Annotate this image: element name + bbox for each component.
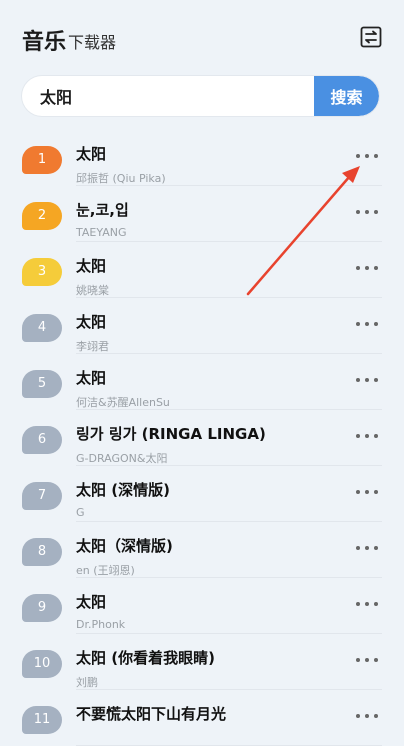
more-options-icon[interactable] [354, 654, 380, 666]
list-item[interactable]: 2 눈,코,입 TAEYANG [0, 186, 404, 242]
rank-badge: 5 [22, 370, 62, 398]
list-item[interactable]: 10 太阳 (你看着我眼睛) 刘鹏 [0, 634, 404, 690]
song-title: 太阳 (深情版) [76, 481, 170, 499]
rank-badge: 10 [22, 650, 62, 678]
list-item[interactable]: 3 太阳姚晓棠 [0, 242, 404, 298]
list-item[interactable]: 8 太阳（深情版) en (王翊恩) [0, 522, 404, 578]
list-item[interactable]: 4 太阳李翊君 [0, 298, 404, 354]
song-title: 눈,코,입 [76, 201, 129, 219]
more-options-icon[interactable] [354, 598, 380, 610]
list-item[interactable]: 9 太阳 Dr.Phonk [0, 578, 404, 634]
song-title: 太阳 [76, 145, 107, 163]
song-artist: Dr.Phonk [76, 618, 126, 631]
swap-icon[interactable] [360, 26, 382, 48]
song-artist: 刘鹏 [76, 676, 98, 689]
more-options-icon[interactable] [354, 374, 380, 386]
song-artist: TAEYANG [76, 226, 127, 239]
list-item[interactable]: 11 不要慌太阳下山有月光 [0, 690, 404, 746]
song-artist: en (王翊恩) [76, 564, 135, 577]
song-title: 不要慌太阳下山有月光 [76, 705, 227, 723]
list-item[interactable]: 7 太阳 (深情版) G [0, 466, 404, 522]
song-title: 太阳 [76, 257, 107, 275]
song-title: 太阳 [76, 369, 107, 387]
search-button[interactable]: 搜索 [314, 76, 379, 116]
list-item[interactable]: 1 太阳邱振哲 (Qiu Pika) [0, 130, 404, 186]
more-options-icon[interactable] [354, 150, 380, 162]
list-item[interactable]: 6 링가 링가 (RINGA LINGA) G-DRAGON&太阳 [0, 410, 404, 466]
rank-badge: 2 [22, 202, 62, 230]
rank-badge: 4 [22, 314, 62, 342]
more-options-icon[interactable] [354, 430, 380, 442]
song-artist: 李翊君 [76, 340, 109, 353]
more-options-icon[interactable] [354, 542, 380, 554]
app-title: 音乐 [22, 30, 67, 55]
more-options-icon[interactable] [354, 486, 380, 498]
more-options-icon[interactable] [354, 318, 380, 330]
rank-badge: 8 [22, 538, 62, 566]
song-title: 太阳（深情版) [76, 537, 173, 555]
more-options-icon[interactable] [354, 206, 380, 218]
song-title: 太阳 (你看着我眼睛) [76, 649, 215, 667]
rank-badge: 11 [22, 706, 62, 734]
app-header: 音乐 下载器 [0, 0, 404, 74]
rank-badge: 3 [22, 258, 62, 286]
list-item[interactable]: 5 太阳何洁&苏醒AllenSu [0, 354, 404, 410]
more-options-icon[interactable] [354, 710, 380, 722]
song-artist: 邱振哲 (Qiu Pika) [76, 172, 166, 185]
song-artist: 何洁&苏醒AllenSu [76, 396, 170, 409]
song-artist: 姚晓棠 [76, 284, 109, 297]
search-bar: 搜索 [22, 76, 379, 116]
song-artist: G-DRAGON&太阳 [76, 452, 168, 465]
song-title: 太阳 [76, 593, 107, 611]
rank-badge: 9 [22, 594, 62, 622]
app-subtitle: 下载器 [68, 33, 117, 52]
song-title: 링가 링가 (RINGA LINGA) [76, 425, 266, 443]
result-list: 1 太阳 邱振哲 (Qiu Pika) 2 눈,코,입 TAEYANG 3 太阳 姚晓棠 4 太阳李… [0, 130, 404, 746]
rank-badge: 7 [22, 482, 62, 510]
song-artist: G [76, 506, 85, 519]
search-input[interactable] [22, 76, 312, 116]
rank-badge: 6 [22, 426, 62, 454]
more-options-icon[interactable] [354, 262, 380, 274]
song-title: 太阳 [76, 313, 107, 331]
rank-badge: 1 [22, 146, 62, 174]
